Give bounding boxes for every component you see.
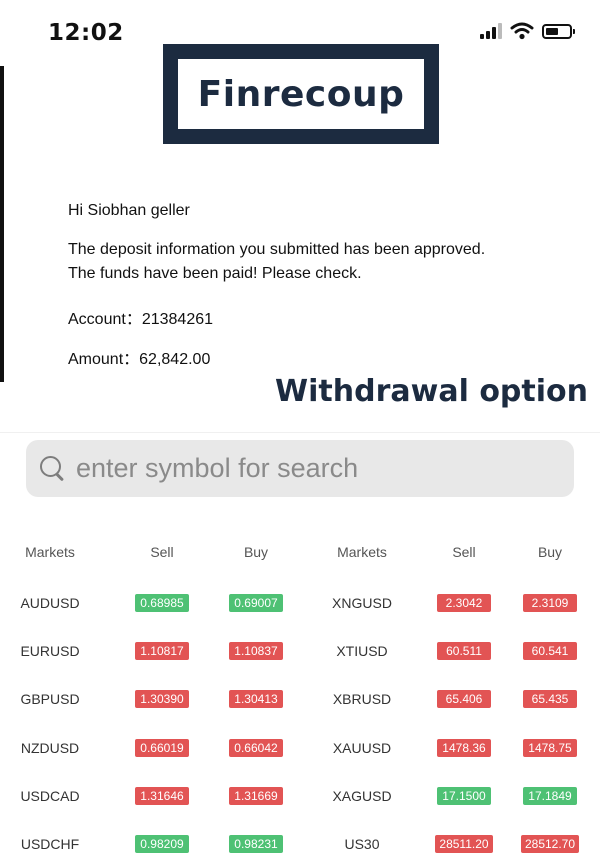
sell-price-cell: 0.98209 [114, 820, 210, 868]
column-header-buy[interactable]: Buy [502, 528, 598, 576]
market-symbol-cell: XAGUSD [332, 788, 392, 804]
buy-price-badge[interactable]: 28512.70 [520, 835, 580, 853]
sell-price-cell: 0.66019 [114, 724, 210, 772]
buy-price-badge[interactable]: 60.541 [523, 642, 577, 660]
buy-price-badge[interactable]: 1.30413 [229, 690, 283, 708]
buy-price-badge[interactable]: 0.69007 [229, 594, 283, 612]
sell-price-cell: 1.10817 [114, 627, 210, 675]
search-icon [38, 454, 68, 484]
market-symbol-cell: EURUSD [20, 643, 80, 659]
market-symbol-cell: XTIUSD [336, 643, 388, 659]
buy-price-badge[interactable]: 17.1849 [523, 787, 577, 805]
sell-price-badge[interactable]: 0.68985 [135, 594, 189, 612]
sell-price-badge[interactable]: 60.511 [437, 642, 491, 660]
buy-price-cell: 1.31669 [208, 772, 304, 820]
sell-price-badge[interactable]: 1.30390 [135, 690, 189, 708]
column-header-buy[interactable]: Buy [208, 528, 304, 576]
sell-price-badge[interactable]: 1478.36 [437, 739, 491, 757]
sell-price-cell: 17.1500 [416, 772, 512, 820]
column-header-markets[interactable]: Markets [0, 528, 100, 576]
market-symbol-cell: AUDUSD [20, 595, 80, 611]
buy-price-cell: 0.98231 [208, 820, 304, 868]
market-symbol-cell: XBRUSD [332, 691, 392, 707]
sell-price-cell: 60.511 [416, 627, 512, 675]
buy-price-cell: 1.10837 [208, 627, 304, 675]
buy-price-cell: 28512.70 [502, 820, 598, 868]
sell-price-cell: 2.3042 [416, 579, 512, 627]
sell-price-badge[interactable]: 65.406 [437, 690, 491, 708]
account-label: Account： [68, 311, 142, 328]
search-input[interactable] [76, 453, 556, 484]
amount-value: 62,842.00 [139, 351, 211, 368]
buy-price-cell: 0.66042 [208, 724, 304, 772]
buy-price-cell: 65.435 [502, 675, 598, 723]
market-symbol-cell: US30 [344, 836, 380, 852]
sell-price-cell: 0.68985 [114, 579, 210, 627]
left-edge-bar [0, 66, 4, 382]
sell-price-badge[interactable]: 17.1500 [437, 787, 491, 805]
sell-price-cell: 1.31646 [114, 772, 210, 820]
buy-price-badge[interactable]: 0.66042 [229, 739, 283, 757]
table-row[interactable]: USDCHF 0.98209 0.98231 US30 28511.20 28512.70 [0, 820, 600, 868]
buy-price-cell: 17.1849 [502, 772, 598, 820]
account-value: 21384261 [141, 311, 214, 328]
buy-price-cell: 1.30413 [208, 675, 304, 723]
sell-price-cell: 1.30390 [114, 675, 210, 723]
sell-price-badge[interactable]: 1.31646 [135, 787, 189, 805]
sell-price-badge[interactable]: 1.10817 [135, 642, 189, 660]
email-greeting: Hi Siobhan geller [68, 202, 190, 219]
buy-price-badge[interactable]: 2.3109 [523, 594, 577, 612]
section-divider [0, 432, 600, 433]
sell-price-badge[interactable]: 0.66019 [135, 739, 189, 757]
status-time: 12:02 [48, 20, 124, 46]
withdrawal-option-title: Withdrawal option [275, 374, 588, 409]
table-row[interactable]: EURUSD 1.10817 1.10837 XTIUSD 60.511 60.541 [0, 627, 600, 675]
market-symbol-cell: XAUUSD [332, 740, 392, 756]
wifi-icon [510, 22, 534, 40]
sell-price-badge[interactable]: 0.98209 [135, 835, 189, 853]
email-message-line-2: The funds have been paid! Please check. [68, 265, 362, 282]
brand-logo-text: Finrecoup [197, 73, 405, 115]
brand-logo: Finrecoup [163, 44, 439, 144]
buy-price-cell: 0.69007 [208, 579, 304, 627]
buy-price-badge[interactable]: 1.31669 [229, 787, 283, 805]
table-row[interactable]: AUDUSD 0.68985 0.69007 XNGUSD 2.3042 2.3109 [0, 579, 600, 627]
buy-price-badge[interactable]: 1.10837 [229, 642, 283, 660]
search-bar[interactable] [26, 440, 574, 497]
market-symbol-cell: USDCHF [20, 836, 80, 852]
battery-icon [542, 23, 575, 39]
email-message-line-1: The deposit information you submitted ha… [68, 241, 486, 258]
sell-price-badge[interactable]: 2.3042 [437, 594, 491, 612]
market-symbol-cell: XNGUSD [332, 595, 392, 611]
buy-price-cell: 1478.75 [502, 724, 598, 772]
amount-label: Amount： [68, 351, 140, 368]
buy-price-badge[interactable]: 1478.75 [523, 739, 577, 757]
table-row[interactable]: NZDUSD 0.66019 0.66042 XAUUSD 1478.36 1478.75 [0, 724, 600, 772]
sell-price-cell: 1478.36 [416, 724, 512, 772]
market-symbol-cell: GBPUSD [20, 691, 80, 707]
amount-line: Amount：62,842.00 [68, 345, 210, 369]
column-header-sell[interactable]: Sell [416, 528, 512, 576]
column-header-markets[interactable]: Markets [312, 528, 412, 576]
market-symbol-cell: USDCAD [20, 788, 80, 804]
cellular-signal-icon [480, 23, 502, 39]
buy-price-badge[interactable]: 65.435 [523, 690, 577, 708]
buy-price-cell: 60.541 [502, 627, 598, 675]
sell-price-cell: 28511.20 [416, 820, 512, 868]
column-header-sell[interactable]: Sell [114, 528, 210, 576]
buy-price-cell: 2.3109 [502, 579, 598, 627]
market-symbol-cell: NZDUSD [20, 740, 80, 756]
sell-price-badge[interactable]: 28511.20 [435, 835, 493, 853]
buy-price-badge[interactable]: 0.98231 [229, 835, 283, 853]
table-row[interactable]: USDCAD 1.31646 1.31669 XAGUSD 17.1500 17.1849 [0, 772, 600, 820]
status-icons [480, 22, 575, 40]
table-header-row: Markets Sell Buy Markets Sell Buy [0, 528, 600, 576]
sell-price-cell: 65.406 [416, 675, 512, 723]
table-row[interactable]: GBPUSD 1.30390 1.30413 XBRUSD 65.406 65.435 [0, 675, 600, 723]
account-line: Account：21384261 [68, 305, 213, 329]
